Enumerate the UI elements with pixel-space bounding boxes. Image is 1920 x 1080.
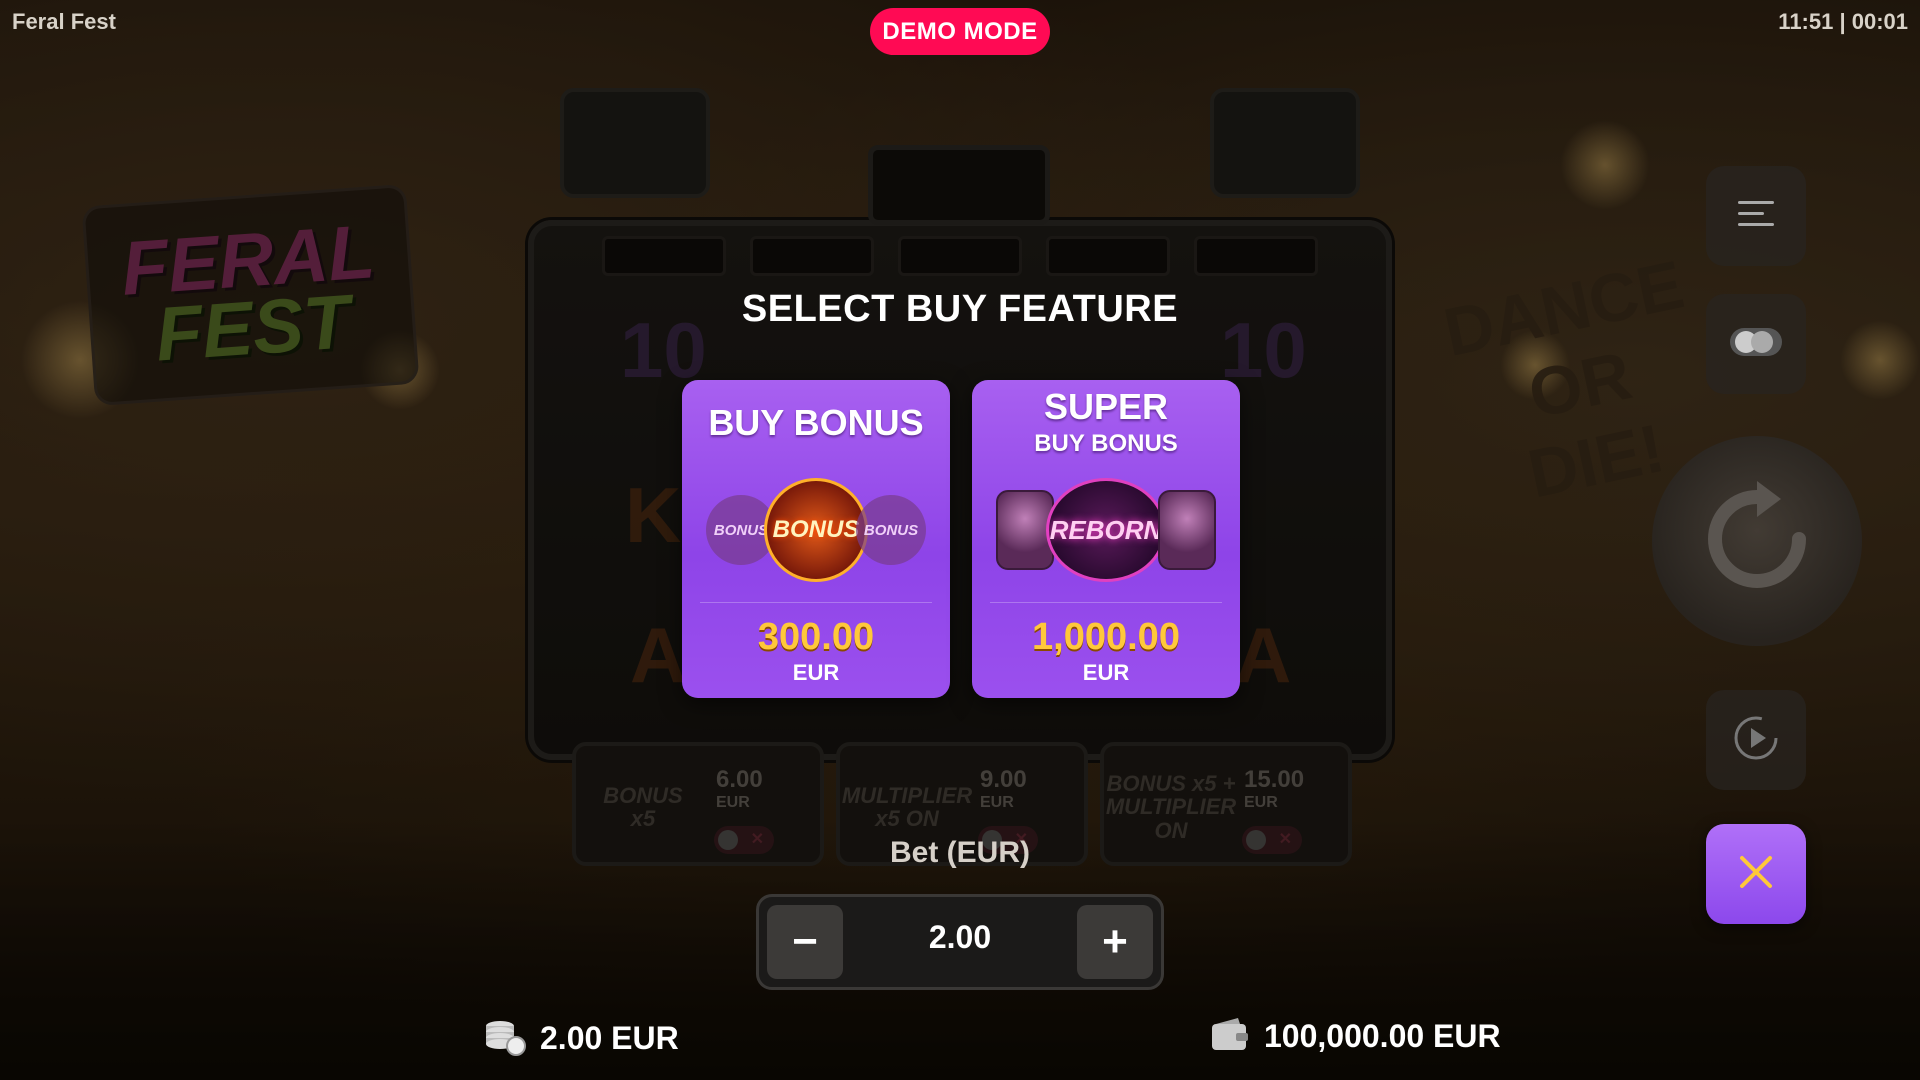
card-price: 1,000.00 — [1032, 616, 1180, 658]
card-currency: EUR — [792, 660, 840, 685]
bet-stepper: − 2.00 + — [756, 894, 1164, 990]
coins-icon — [482, 1016, 526, 1061]
spin-icon — [1697, 479, 1817, 604]
card-subtitle: BUY BONUS — [1034, 430, 1178, 457]
card-title: SUPER — [1043, 386, 1169, 427]
bet-increase-button[interactable]: + — [1077, 905, 1153, 979]
bonus-skull-icon: BONUS — [764, 478, 868, 582]
card-title: BUY BONUS — [708, 402, 924, 443]
toggle-icon — [1728, 326, 1784, 363]
close-button[interactable] — [1706, 824, 1806, 924]
balance-text: 100,000.00 EUR — [1264, 1018, 1501, 1054]
bet-display: 2.00 EUR — [482, 1016, 679, 1061]
balance-display: 100,000.00 EUR — [1210, 1016, 1501, 1057]
buy-bonus-card[interactable]: BUY BONUS BONUS BONUS BONUS 300.00 EUR — [682, 380, 950, 698]
bonus-side-art: BONUS — [856, 495, 926, 565]
wallet-icon — [1210, 1016, 1250, 1057]
demo-mode-badge: DEMO MODE — [870, 8, 1050, 55]
close-icon — [1736, 852, 1776, 897]
modal-title: SELECT BUY FEATURE — [741, 288, 1179, 330]
speaker-icon — [1158, 490, 1216, 570]
reborn-art: REBORN — [996, 475, 1216, 585]
reborn-skull-icon: REBORN — [1046, 478, 1166, 582]
card-currency: EUR — [1082, 660, 1130, 685]
autoplay-toggle-button[interactable] — [1706, 294, 1806, 394]
bonus-art: BONUS BONUS BONUS — [706, 475, 926, 585]
bet-value: 2.00 — [928, 919, 992, 955]
super-buy-bonus-card[interactable]: SUPER BUY BONUS REBORN 1,000.00 EUR — [972, 380, 1240, 698]
card-price: 300.00 — [757, 616, 875, 658]
card-divider — [990, 602, 1222, 603]
bet-decrease-button[interactable]: − — [767, 905, 843, 979]
replay-icon — [1730, 712, 1782, 769]
spin-button[interactable] — [1652, 436, 1862, 646]
session-clock: 11:51 | 00:01 — [1778, 9, 1908, 34]
card-divider — [700, 602, 932, 603]
app-title: Feral Fest — [12, 9, 116, 34]
turbo-replay-button[interactable] — [1706, 690, 1806, 790]
bet-amount-text: 2.00 EUR — [540, 1020, 679, 1056]
menu-icon — [1736, 199, 1776, 234]
bet-label: Bet (EUR) — [890, 836, 1030, 869]
menu-button[interactable] — [1706, 166, 1806, 266]
